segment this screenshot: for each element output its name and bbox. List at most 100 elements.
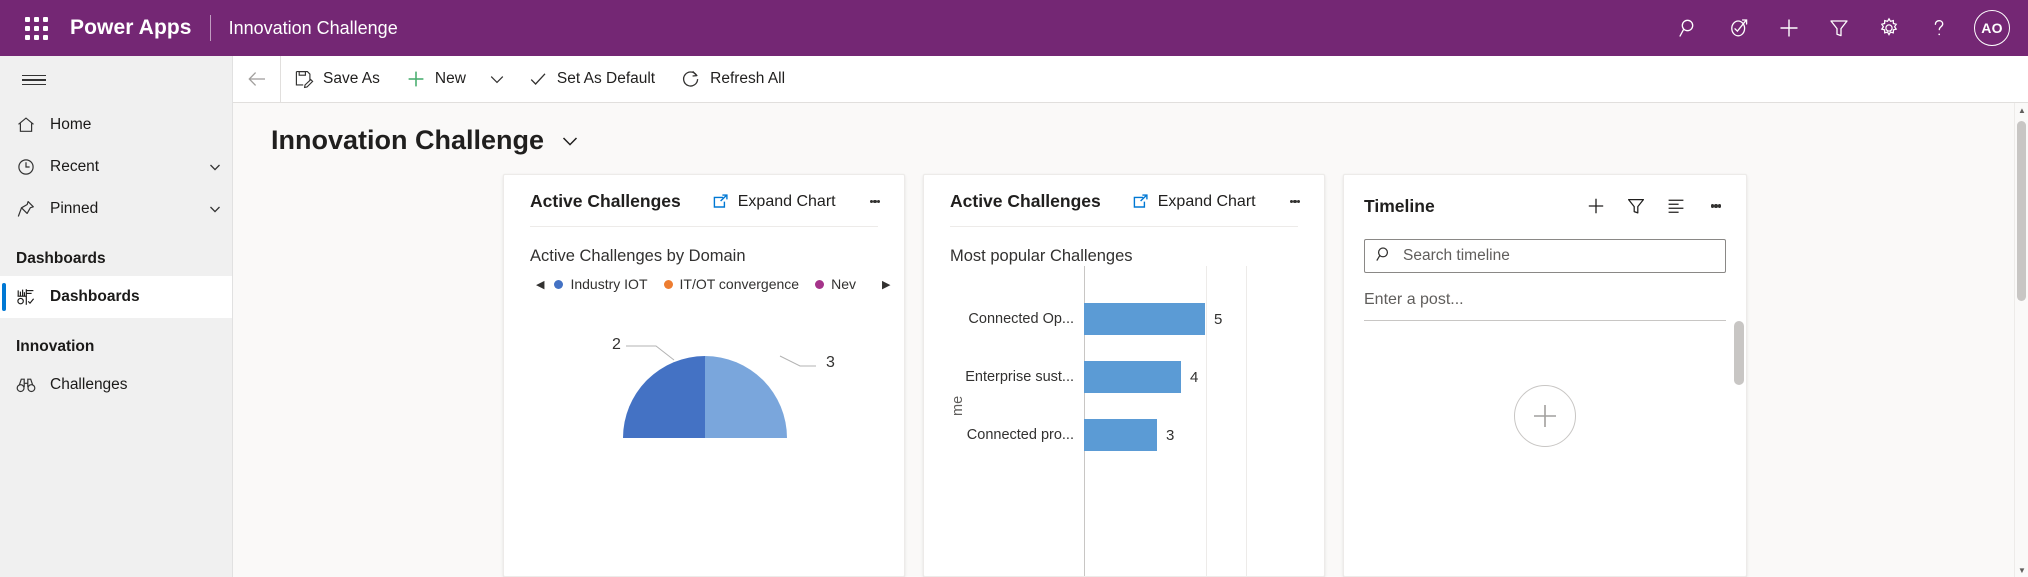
bar-fill[interactable] <box>1084 303 1205 335</box>
bar-row[interactable]: Enterprise sust... 4 <box>924 348 1324 406</box>
add-circle-icon[interactable] <box>1514 385 1576 447</box>
legend-item[interactable]: IT/OT convergence <box>664 276 800 292</box>
bar-fill[interactable] <box>1084 361 1181 393</box>
filter-icon[interactable] <box>1814 4 1864 52</box>
power-apps-window: Power Apps Innovation Challenge <box>0 0 2028 577</box>
filter-icon[interactable] <box>1616 191 1656 221</box>
more-options-icon[interactable] <box>860 198 890 206</box>
bar-chart[interactable]: me Connected Op... 5 Enterpri <box>924 266 1324 576</box>
new-dropdown-button[interactable] <box>479 56 515 103</box>
hamburger-icon[interactable] <box>0 56 232 104</box>
legend-prev-icon[interactable]: ◀ <box>526 278 554 291</box>
more-options-icon[interactable] <box>1280 198 1310 206</box>
card-timeline: Timeline <box>1343 174 1747 577</box>
pin-icon <box>16 199 50 219</box>
legend-label: Industry IOT <box>570 276 647 292</box>
new-button[interactable]: New <box>393 56 479 103</box>
gear-icon[interactable] <box>1864 4 1914 52</box>
timeline-search[interactable] <box>1364 239 1726 273</box>
timeline-empty-state <box>1344 321 1746 576</box>
avatar[interactable]: AO <box>1974 10 2010 46</box>
more-options-icon[interactable] <box>1696 191 1736 221</box>
help-icon[interactable] <box>1914 4 1964 52</box>
bar-value-label: 3 <box>1166 427 1174 444</box>
save-as-icon <box>294 69 314 89</box>
chevron-down-icon[interactable] <box>198 160 232 174</box>
plus-icon <box>406 69 426 89</box>
legend-swatch <box>664 280 673 289</box>
main-content: Save As New <box>233 56 2028 577</box>
legend-item[interactable]: Industry IOT <box>554 276 647 292</box>
header-actions: AO <box>1664 4 2028 52</box>
expand-chart-button[interactable]: Expand Chart <box>1131 193 1256 211</box>
legend-label: Nev <box>831 276 856 292</box>
save-as-button[interactable]: Save As <box>281 56 393 103</box>
bar-category-label: Connected pro... <box>924 427 1084 443</box>
app-body: Home Recent <box>0 56 2028 577</box>
search-icon <box>1375 245 1393 268</box>
set-as-default-button[interactable]: Set As Default <box>515 56 668 103</box>
chevron-down-icon[interactable] <box>558 129 582 153</box>
page-scrollbar-thumb[interactable] <box>2017 121 2026 301</box>
sort-icon[interactable] <box>1656 191 1696 221</box>
chart-subtitle: Most popular Challenges <box>924 227 1324 266</box>
page-scrollbar[interactable]: ▲ ▼ <box>2014 103 2028 577</box>
app-name[interactable]: Innovation Challenge <box>229 18 398 39</box>
donut-chart[interactable]: 2 3 <box>504 292 904 576</box>
sidebar-group-innovation: Innovation <box>0 318 232 364</box>
sidebar-item-recent[interactable]: Recent <box>0 146 232 188</box>
header-divider <box>210 15 211 41</box>
chevron-down-icon[interactable] <box>198 202 232 216</box>
expand-chart-label: Expand Chart <box>1158 193 1256 211</box>
search-input[interactable] <box>1403 247 1715 265</box>
legend-label: IT/OT convergence <box>680 276 800 292</box>
timeline-scrollbar-thumb[interactable] <box>1734 321 1744 385</box>
check-circle-icon[interactable] <box>1714 4 1764 52</box>
sidebar-item-dashboards[interactable]: Dashboards <box>0 276 232 318</box>
sidebar-item-label: Pinned <box>50 200 198 218</box>
back-arrow-icon[interactable] <box>233 56 281 103</box>
legend-next-icon[interactable]: ▶ <box>872 278 900 291</box>
timeline-post-input[interactable]: Enter a post... <box>1364 291 1726 321</box>
timeline-header: Timeline <box>1344 175 1746 221</box>
sidebar-item-pinned[interactable]: Pinned <box>0 188 232 230</box>
save-as-label: Save As <box>323 70 380 88</box>
bar-fill[interactable] <box>1084 419 1157 451</box>
bar-row[interactable]: Connected pro... 3 <box>924 406 1324 464</box>
bar-category-label: Connected Op... <box>924 311 1084 327</box>
refresh-all-button[interactable]: Refresh All <box>668 56 798 103</box>
expand-chart-button[interactable]: Expand Chart <box>711 193 836 211</box>
expand-chart-icon <box>1131 193 1149 211</box>
legend-swatch <box>554 280 563 289</box>
binoculars-icon <box>16 375 50 395</box>
chart-subtitle: Active Challenges by Domain <box>504 227 904 266</box>
scroll-down-icon[interactable]: ▼ <box>2015 563 2028 577</box>
sidebar-group-dashboards: Dashboards <box>0 230 232 276</box>
home-icon <box>16 115 50 135</box>
card-header: Active Challenges Expand Chart <box>504 175 904 212</box>
sidebar-item-challenges[interactable]: Challenges <box>0 364 232 406</box>
card-most-popular-challenges: Active Challenges Expand Chart <box>923 174 1325 577</box>
app-launcher-icon[interactable] <box>12 4 60 52</box>
bar-category-label: Enterprise sust... <box>924 369 1084 385</box>
brand-title[interactable]: Power Apps <box>70 16 192 40</box>
legend-item[interactable]: Nev <box>815 276 856 292</box>
sidebar-item-label: Home <box>50 116 232 134</box>
add-icon[interactable] <box>1576 191 1616 221</box>
sidebar-item-home[interactable]: Home <box>0 104 232 146</box>
command-bar: Save As New <box>233 56 2028 103</box>
search-icon[interactable] <box>1664 4 1714 52</box>
dashboard-icon <box>16 287 50 307</box>
refresh-all-label: Refresh All <box>710 70 785 88</box>
refresh-icon <box>681 69 701 89</box>
chevron-down-icon <box>487 69 507 89</box>
sidebar-item-label: Recent <box>50 158 198 176</box>
card-active-challenges-domain: Active Challenges Expand Chart <box>503 174 905 577</box>
chart-legend: ◀ Industry IOT IT/OT convergence Nev <box>504 266 904 292</box>
dashboard-cards: Active Challenges Expand Chart <box>233 174 2028 577</box>
plus-icon[interactable] <box>1764 4 1814 52</box>
scroll-up-icon[interactable]: ▲ <box>2015 103 2028 117</box>
set-as-default-label: Set As Default <box>557 70 655 88</box>
sidebar-item-label: Dashboards <box>50 288 232 306</box>
bar-row[interactable]: Connected Op... 5 <box>924 290 1324 348</box>
